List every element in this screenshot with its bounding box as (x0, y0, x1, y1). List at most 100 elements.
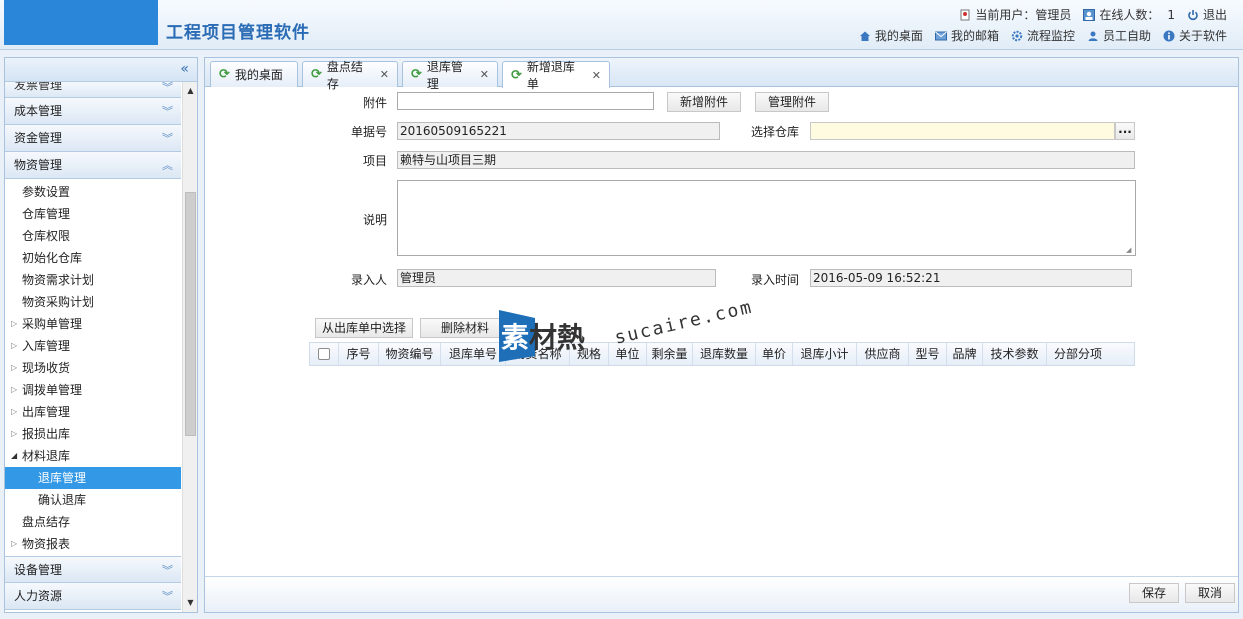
close-icon[interactable]: ✕ (380, 68, 389, 81)
top-header: 工程项目管理软件 当前用户：管理员 在线人数： 1 退出 我的桌面 我的邮箱 流… (0, 0, 1243, 50)
tab-new-return-order[interactable]: ⟳ 新增退库单 ✕ (502, 60, 610, 91)
note-textarea[interactable]: ◢ (397, 180, 1136, 256)
sidebar-item-initialize-warehouse[interactable]: 初始化仓库 (5, 247, 181, 269)
col-return-subtotal[interactable]: 退库小计 (793, 343, 857, 365)
attachment-input[interactable] (397, 92, 654, 110)
app-window: 工程项目管理软件 当前用户：管理员 在线人数： 1 退出 我的桌面 我的邮箱 流… (0, 0, 1243, 619)
logo (4, 0, 158, 45)
col-supplier[interactable]: 供应商 (857, 343, 909, 365)
cancel-button[interactable]: 取消 (1185, 583, 1235, 603)
sidebar-collapse-button[interactable]: « (180, 61, 189, 77)
tab-return-management[interactable]: ⟳ 退库管理 ✕ (402, 60, 498, 91)
col-seq[interactable]: 序号 (339, 343, 379, 365)
entry-time-label: 录入时间 (750, 273, 799, 287)
delete-material-button[interactable]: 删除材料 (420, 318, 510, 338)
user-icon (959, 9, 971, 21)
sidebar-item-transfer-orders[interactable]: ▷ 调拨单管理 (5, 379, 181, 401)
col-model[interactable]: 型号 (909, 343, 947, 365)
sidebar-item-warehouse-management[interactable]: 仓库管理 (5, 203, 181, 225)
chevron-down-icon: ︾ (162, 105, 173, 118)
chevron-up-icon: ︽ (162, 159, 173, 172)
sidebar-item-demand-plan[interactable]: 物资需求计划 (5, 269, 181, 291)
sidebar-head-equipment[interactable]: 设备管理 ︾ (5, 556, 181, 583)
materials-grid-header: 序号 物资编号 退库单号 物资名称 规格 单位 剩余量 退库数量 单价 退库小计… (309, 342, 1135, 366)
scroll-up-arrow-icon[interactable]: ▲ (183, 84, 197, 98)
power-icon (1187, 9, 1199, 21)
resize-grip-icon[interactable]: ◢ (1126, 246, 1134, 254)
col-tech-params[interactable]: 技术参数 (983, 343, 1047, 365)
sidebar-head-materials[interactable]: 物资管理 ︽ (5, 152, 181, 179)
col-remaining[interactable]: 剩余量 (647, 343, 693, 365)
col-unit-price[interactable]: 单价 (756, 343, 793, 365)
col-material-code[interactable]: 物资编号 (379, 343, 441, 365)
warehouse-picker-button[interactable]: ... (1115, 122, 1135, 140)
save-button[interactable]: 保存 (1129, 583, 1179, 603)
entered-by-field: 管理员 (397, 269, 716, 287)
refresh-icon: ⟳ (219, 67, 230, 82)
nav-workflow-monitor[interactable]: 流程监控 (1011, 27, 1075, 44)
col-return-qty[interactable]: 退库数量 (693, 343, 756, 365)
warehouse-label: 选择仓库 (750, 125, 799, 139)
select-from-outbound-button[interactable]: 从出库单中选择 (315, 318, 413, 338)
sidebar-head-invoice[interactable]: 发票管理 ︾ (5, 82, 181, 98)
expand-triangle-icon: ▷ (11, 363, 18, 372)
sidebar-menu: 发票管理 ︾ 成本管理 ︾ 资金管理 ︾ 物资管理 ︽ 参数设置 仓库管理 仓库… (5, 82, 181, 612)
watermark-url: sucaire.com (612, 296, 755, 349)
col-subdivision[interactable]: 分部分项 (1047, 343, 1109, 365)
nav-my-desktop[interactable]: 我的桌面 (859, 27, 923, 44)
manage-attachment-button[interactable]: 管理附件 (755, 92, 829, 112)
app-title: 工程项目管理软件 (166, 23, 310, 43)
add-attachment-button[interactable]: 新增附件 (667, 92, 741, 112)
sidebar-head-cost[interactable]: 成本管理 ︾ (5, 98, 181, 125)
sidebar-item-material-reports[interactable]: ▷ 物资报表 (5, 533, 181, 555)
sidebar-item-outbound[interactable]: ▷ 出库管理 (5, 401, 181, 423)
sidebar-item-inbound[interactable]: ▷ 入库管理 (5, 335, 181, 357)
gear-icon (1011, 30, 1023, 42)
logout-label: 退出 (1202, 8, 1227, 22)
nav-my-mailbox[interactable]: 我的邮箱 (934, 27, 999, 44)
tab-my-desktop[interactable]: ⟳ 我的桌面 (210, 61, 298, 87)
info-icon (1163, 30, 1175, 42)
close-icon[interactable]: ✕ (592, 69, 601, 82)
nav-employee-self-service[interactable]: 员工自助 (1087, 27, 1151, 44)
sidebar-item-purchase-plan[interactable]: 物资采购计划 (5, 291, 181, 313)
sidebar-item-purchase-orders[interactable]: ▷ 采购单管理 (5, 313, 181, 335)
sidebar-head-hr[interactable]: 人力资源 ︾ (5, 583, 181, 610)
scrollbar-thumb[interactable] (185, 192, 196, 436)
online-users-icon (1083, 8, 1096, 21)
current-user-label: 当前用户：管理员 (975, 8, 1072, 22)
sidebar-item-stocktaking[interactable]: 盘点结存 (5, 511, 181, 533)
sidebar-item-confirm-return[interactable]: 确认退库 (5, 489, 181, 511)
sidebar-item-parameter-settings[interactable]: 参数设置 (5, 181, 181, 203)
col-brand[interactable]: 品牌 (947, 343, 983, 365)
sidebar-item-loss-outbound[interactable]: ▷ 报损出库 (5, 423, 181, 445)
attachment-label: 附件 (362, 96, 387, 110)
logout-link[interactable]: 退出 (1187, 6, 1227, 23)
return-order-form: 附件 新增附件 管理附件 单据号 20160509165221 选择仓库 ...… (205, 88, 1238, 576)
warehouse-select-input[interactable] (810, 122, 1115, 140)
chevron-down-icon: ︾ (162, 82, 173, 94)
sidebar-head-funds[interactable]: 资金管理 ︾ (5, 125, 181, 152)
expand-triangle-icon: ▷ (11, 407, 18, 416)
sidebar-item-material-return[interactable]: ◢ 材料退库 (5, 445, 181, 467)
project-label: 项目 (362, 154, 387, 168)
expand-triangle-icon: ▷ (11, 539, 18, 548)
tab-stocktaking[interactable]: ⟳ 盘点结存 ✕ (302, 60, 398, 91)
nav-about-software[interactable]: 关于软件 (1163, 27, 1227, 44)
sidebar: « 发票管理 ︾ 成本管理 ︾ 资金管理 ︾ 物资管理 ︽ 参数设置 仓库管理 … (4, 57, 198, 613)
sidebar-item-return-management[interactable]: 退库管理 (5, 467, 181, 489)
scroll-down-arrow-icon[interactable]: ▼ (183, 596, 197, 610)
select-all-checkbox-cell[interactable] (310, 343, 339, 365)
sidebar-header: « (5, 58, 197, 82)
sidebar-item-warehouse-permissions[interactable]: 仓库权限 (5, 225, 181, 247)
sidebar-scrollbar[interactable]: ▲ ▼ (182, 82, 197, 612)
col-spec[interactable]: 规格 (570, 343, 609, 365)
select-all-checkbox[interactable] (318, 348, 330, 360)
close-icon[interactable]: ✕ (480, 68, 489, 81)
col-unit[interactable]: 单位 (609, 343, 647, 365)
sidebar-item-site-receiving[interactable]: ▷ 现场收货 (5, 357, 181, 379)
expand-triangle-icon: ▷ (11, 385, 18, 394)
col-material-name[interactable]: 物资名称 (506, 343, 570, 365)
header-nav: 我的桌面 我的邮箱 流程监控 员工自助 关于软件 (859, 27, 1227, 44)
col-return-no[interactable]: 退库单号 (441, 343, 506, 365)
